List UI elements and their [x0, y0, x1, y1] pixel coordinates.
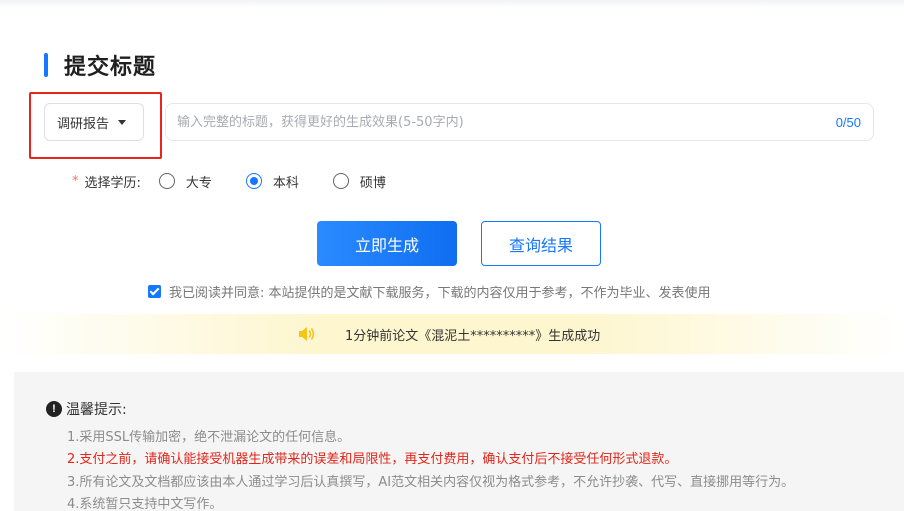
- tip-line-warning: 2.支付之前，请确认能接受机器生成带来的误差和局限性，再支付费用，确认支付后不接…: [67, 452, 678, 467]
- tips-heading: ! 温馨提示:: [46, 399, 127, 419]
- paper-type-select[interactable]: 调研报告: [44, 103, 144, 141]
- title-input-container: 0/50: [165, 103, 874, 141]
- agreement-checkbox[interactable]: [148, 284, 161, 298]
- education-label: 选择学历:: [84, 175, 141, 191]
- generate-button[interactable]: 立即生成: [317, 221, 457, 266]
- tips-heading-text: 温馨提示:: [66, 402, 127, 418]
- caret-down-icon: [118, 119, 127, 125]
- tip-line: 3.所有论文及文档都应该由本人通过学习后认真撰写，AI范文相关内容仅视为格式参考…: [67, 475, 795, 490]
- required-mark: *: [72, 173, 79, 189]
- top-strip: [0, 0, 904, 8]
- radio-circle-dazhuan[interactable]: [158, 173, 175, 189]
- tip-line: 1.采用SSL传输加密，绝不泄漏论文的任何信息。: [67, 430, 351, 445]
- radio-option-dazhuan[interactable]: 大专: [158, 172, 212, 191]
- title-input[interactable]: [166, 104, 836, 140]
- radio-circle-benke[interactable]: [245, 173, 262, 189]
- speaker-icon: [299, 327, 315, 341]
- title-accent-bar: [44, 53, 48, 77]
- agreement-row: 我已阅读并同意: 本站提供的是文献下载服务，下载的内容仅用于参考，不作为毕业、发…: [148, 282, 711, 301]
- radio-option-shuobo[interactable]: 硕博: [332, 172, 386, 191]
- exclamation-icon: !: [46, 401, 62, 417]
- agreement-text: 我已阅读并同意: 本站提供的是文献下载服务，下载的内容仅用于参考，不作为毕业、发…: [169, 285, 711, 301]
- section-header: 提交标题: [44, 52, 157, 80]
- tips-panel: ! 温馨提示: 1.采用SSL传输加密，绝不泄漏论文的任何信息。 2.支付之前，…: [14, 372, 904, 511]
- notice-bar: 1分钟前论文《混泥土**********》生成成功: [0, 314, 904, 354]
- page-title: 提交标题: [64, 55, 157, 80]
- query-results-button[interactable]: 查询结果: [481, 221, 601, 266]
- notice-text: 1分钟前论文《混泥土**********》生成成功: [345, 329, 601, 344]
- radio-label-shuobo: 硕博: [359, 175, 386, 191]
- paper-type-value: 调研报告: [57, 116, 110, 132]
- radio-label-benke: 本科: [272, 175, 299, 191]
- char-counter: 0/50: [835, 114, 861, 130]
- education-radio-group: * 选择学历: 大专 本科 硕博: [72, 171, 420, 191]
- radio-option-benke[interactable]: 本科: [245, 172, 299, 191]
- radio-circle-shuobo[interactable]: [332, 173, 349, 189]
- tip-line: 4.系统暂只支持中文写作。: [67, 497, 223, 511]
- radio-label-dazhuan: 大专: [185, 175, 212, 191]
